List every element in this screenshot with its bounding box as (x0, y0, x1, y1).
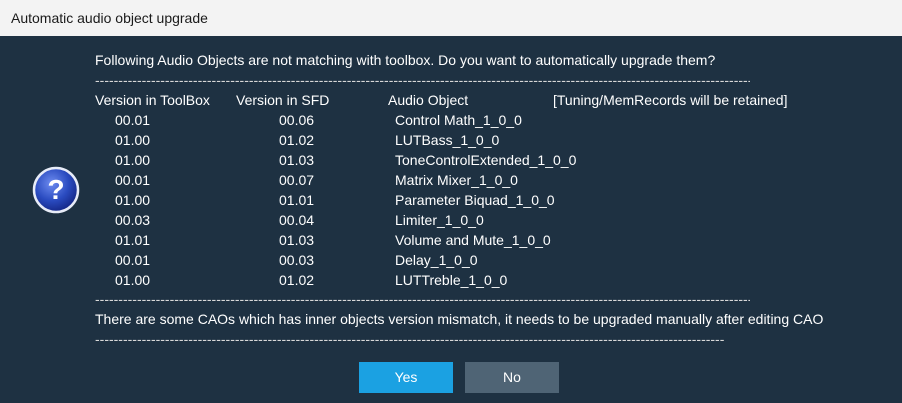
cell-toolbox-version: 01.01 (115, 232, 151, 248)
table-row: 01.01 01.03 Volume and Mute_1_0_0 (0, 230, 902, 250)
cell-toolbox-version: 01.00 (115, 272, 151, 288)
table-row: 01.00 01.02 LUTBass_1_0_0 (0, 130, 902, 150)
table-row: 01.00 01.02 LUTTreble_1_0_0 (0, 270, 902, 290)
cell-sfd-version: 00.06 (279, 112, 315, 128)
table-row: 00.03 00.04 Limiter_1_0_0 (0, 210, 902, 230)
cell-toolbox-version: 00.03 (115, 212, 151, 228)
table-row: 01.00 01.03 ToneControlExtended_1_0_0 (0, 150, 902, 170)
window-title: Automatic audio object upgrade (11, 10, 208, 26)
cell-sfd-version: 01.01 (279, 192, 315, 208)
header-sfd-version: Version in SFD (236, 92, 330, 108)
yes-button[interactable]: Yes (359, 362, 453, 393)
cell-audio-object: Control Math_1_0_0 (395, 112, 522, 128)
cell-sfd-version: 00.04 (279, 212, 315, 228)
cell-toolbox-version: 00.01 (115, 252, 151, 268)
cell-audio-object: Volume and Mute_1_0_0 (395, 232, 551, 248)
cell-sfd-version: 01.02 (279, 132, 315, 148)
cell-audio-object: Matrix Mixer_1_0_0 (395, 172, 518, 188)
cell-audio-object: Delay_1_0_0 (395, 252, 478, 268)
no-button[interactable]: No (465, 362, 559, 393)
table-row: 01.00 01.01 Parameter Biquad_1_0_0 (0, 190, 902, 210)
separator-bottom: ----------------------------------------… (95, 332, 725, 346)
cell-sfd-version: 01.03 (279, 152, 315, 168)
cell-toolbox-version: 01.00 (115, 132, 151, 148)
cell-toolbox-version: 01.00 (115, 192, 151, 208)
cell-audio-object: ToneControlExtended_1_0_0 (395, 152, 577, 168)
cell-audio-object: LUTTreble_1_0_0 (395, 272, 508, 288)
cell-audio-object: Parameter Biquad_1_0_0 (395, 192, 555, 208)
header-toolbox-version: Version in ToolBox (95, 92, 210, 108)
cell-toolbox-version: 01.00 (115, 152, 151, 168)
table-header: Version in ToolBox Version in SFD Audio … (0, 90, 902, 110)
table-row: 00.01 00.06 Control Math_1_0_0 (0, 110, 902, 130)
cell-sfd-version: 01.02 (279, 272, 315, 288)
header-audio-object: Audio Object (388, 92, 469, 108)
table-row: 00.01 00.03 Delay_1_0_0 (0, 250, 902, 270)
cell-toolbox-version: 00.01 (115, 112, 151, 128)
header-retained-note: [Tuning/MemRecords will be retained] (553, 92, 788, 108)
cell-audio-object: Limiter_1_0_0 (395, 212, 484, 228)
cell-sfd-version: 00.07 (279, 172, 315, 188)
table-row: 00.01 00.07 Matrix Mixer_1_0_0 (0, 170, 902, 190)
separator-top: ----------------------------------------… (95, 73, 750, 87)
cell-audio-object: LUTBass_1_0_0 (395, 132, 500, 148)
title-bar[interactable]: Automatic audio object upgrade (0, 0, 902, 36)
intro-message: Following Audio Objects are not matching… (95, 52, 716, 68)
cell-toolbox-version: 00.01 (115, 172, 151, 188)
separator-middle: ----------------------------------------… (95, 292, 750, 306)
cell-sfd-version: 00.03 (279, 252, 315, 268)
cao-note: There are some CAOs which has inner obje… (95, 311, 824, 327)
cell-sfd-version: 01.03 (279, 232, 315, 248)
dialog-body: ? Following Audio Objects are not matchi… (0, 36, 902, 403)
